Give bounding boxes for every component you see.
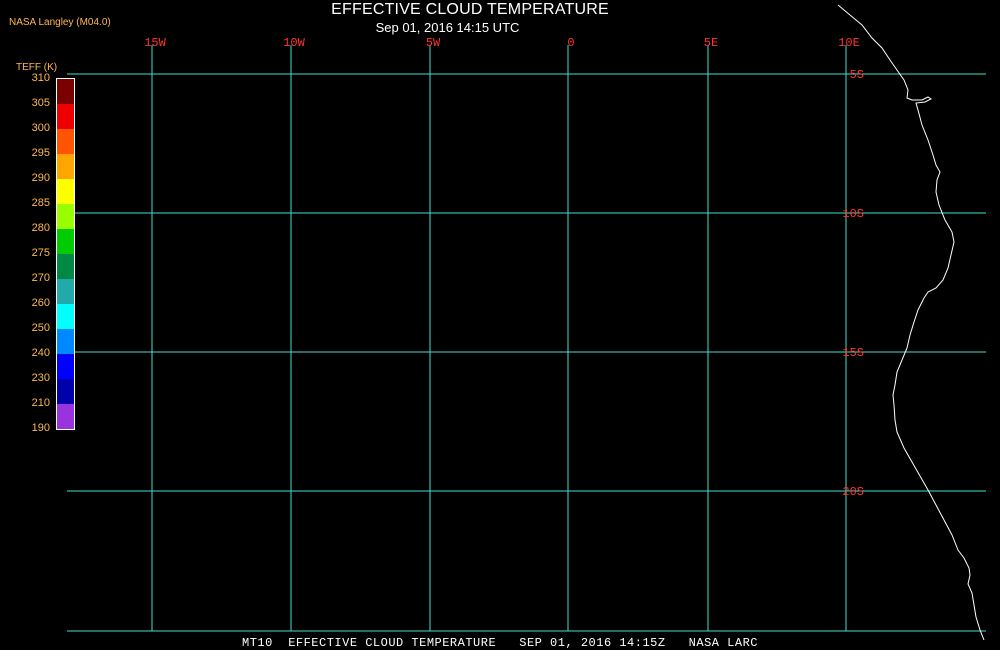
- graticule: [67, 45, 986, 632]
- coastline: [837, 4, 985, 641]
- colorbar-tick-label: 300: [31, 122, 50, 134]
- longitude-label: 5W: [426, 36, 441, 50]
- latitude-label: 10S: [842, 207, 864, 221]
- colorbar-tick-label: 280: [31, 222, 50, 234]
- map-canvas: 15W 10W 5W 0 5E 10E 5S 10S 15S 20S: [56, 4, 986, 641]
- longitude-label: 10E: [838, 36, 860, 50]
- longitude-label: 5E: [704, 36, 718, 50]
- colorbar-tick-label: 285: [31, 197, 50, 209]
- colorbar-tick-label: 275: [31, 247, 50, 259]
- colorbar-tick-label: 190: [31, 422, 50, 434]
- colorbar-labels: 310 305 300 295 290 285 280 275 270 260 250 240 230 2…: [0, 0, 60, 650]
- colorbar-tick-label: 240: [31, 347, 50, 359]
- chart-title: EFFECTIVE CLOUD TEMPERATURE: [331, 1, 609, 18]
- colorbar-tick-label: 270: [31, 272, 50, 284]
- colorbar-tick-label: 230: [31, 372, 50, 384]
- colorbar-tick-label: 305: [31, 97, 50, 109]
- colorbar-tick-label: 250: [31, 322, 50, 334]
- colorbar-tick-label: 260: [31, 297, 50, 309]
- longitude-label: 15W: [144, 36, 166, 50]
- footer-caption: MT10 EFFECTIVE CLOUD TEMPERATURE SEP 01,…: [242, 636, 758, 650]
- longitude-label: 0: [567, 36, 574, 50]
- colorbar-tick-label: 310: [31, 72, 50, 84]
- longitude-labels: 15W 10W 5W 0 5E 10E: [144, 36, 860, 50]
- latitude-label: 15S: [842, 346, 864, 360]
- longitude-label: 10W: [283, 36, 305, 50]
- latitude-label: 5S: [850, 68, 864, 82]
- colorbar-tick-label: 290: [31, 172, 50, 184]
- latitude-label: 20S: [842, 485, 864, 499]
- chart-subtitle: Sep 01, 2016 14:15 UTC: [375, 20, 520, 35]
- colorbar-tick-label: 295: [31, 147, 50, 159]
- colorbar-tick-label: 210: [31, 397, 50, 409]
